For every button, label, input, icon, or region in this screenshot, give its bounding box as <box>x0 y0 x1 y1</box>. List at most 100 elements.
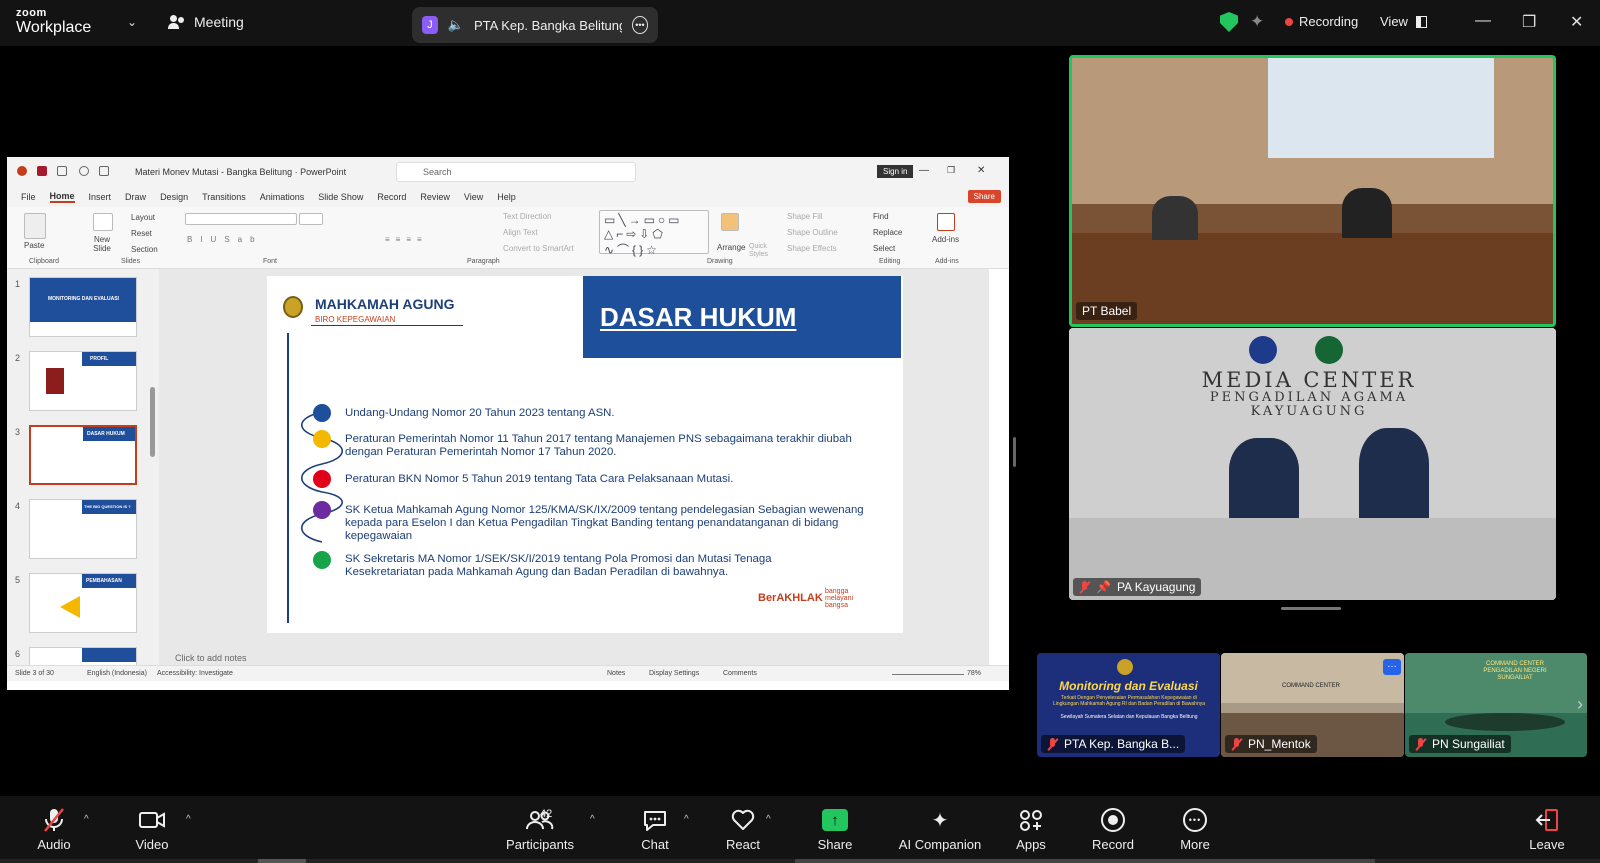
close-icon[interactable]: ✕ <box>1570 12 1583 32</box>
share-screen-icon: ↑ <box>822 809 848 831</box>
chevron-down-icon[interactable]: ⌄ <box>127 15 137 29</box>
participants-options-chevron-icon[interactable]: ^ <box>590 814 595 825</box>
ribbon-tab-design[interactable]: Design <box>160 192 188 202</box>
video-tile-pt-babel[interactable]: PT Babel <box>1069 55 1556 327</box>
slide-thumbnail-2[interactable]: PROFIL <box>29 351 137 411</box>
meeting-menu[interactable]: Meeting <box>168 14 244 30</box>
sparkle-icon[interactable]: ✦ <box>1250 12 1264 32</box>
smartart-button[interactable]: Convert to SmartArt <box>503 244 574 253</box>
leave-button[interactable]: Leave <box>1522 806 1572 852</box>
present-icon[interactable] <box>99 166 109 176</box>
slide-thumbnail-3[interactable]: DASAR HUKUM <box>29 425 137 485</box>
shield-icon[interactable] <box>1220 12 1238 32</box>
find-button[interactable]: Find <box>873 212 889 221</box>
shapes-gallery[interactable]: ▭╲→▭○▭ △⌐⇨⇩⬠ ∿⌒{}☆ <box>599 210 709 257</box>
ribbon-tab-transitions[interactable]: Transitions <box>202 192 246 202</box>
ribbon-tab-file[interactable]: File <box>21 192 36 202</box>
notes-toggle[interactable]: Notes <box>607 670 625 677</box>
zoom-level[interactable]: 78% <box>967 670 981 677</box>
layout-button[interactable]: Layout <box>131 213 155 222</box>
thumbnail-scrollbar[interactable] <box>150 387 155 457</box>
ribbon-tab-animations[interactable]: Animations <box>260 192 305 202</box>
view-button[interactable]: View <box>1380 14 1427 29</box>
search-box[interactable]: Search <box>396 162 636 182</box>
ribbon-tab-slide-show[interactable]: Slide Show <box>318 192 363 202</box>
legal-basis-item: SK Sekretaris MA Nomor 1/SEK/SK/I/2019 t… <box>345 553 772 578</box>
ribbon-tab-draw[interactable]: Draw <box>125 192 146 202</box>
participants-button[interactable]: 42 Participants <box>500 806 580 852</box>
thumb-number: 3 <box>15 427 21 437</box>
arrange-button[interactable]: Arrange <box>717 243 745 252</box>
share-button[interactable]: ↑ Share <box>810 806 860 852</box>
pp-restore-icon[interactable]: ❐ <box>947 165 955 176</box>
font-size-field[interactable] <box>299 213 323 225</box>
chat-options-chevron-icon[interactable]: ^ <box>684 814 689 825</box>
slide-thumbnail-5[interactable]: PEMBAHASAN <box>29 573 137 633</box>
ribbon-tab-record[interactable]: Record <box>377 192 406 202</box>
audio-options-chevron-icon[interactable]: ^ <box>84 814 89 825</box>
more-button[interactable]: ••• More <box>1170 806 1220 852</box>
group-paragraph: Paragraph <box>467 258 500 265</box>
slide-thumbnail-1[interactable]: MONITORING DAN EVALUASI <box>29 277 137 337</box>
video-button[interactable]: Video <box>126 806 178 852</box>
shape-fill-button[interactable]: Shape Fill <box>787 212 823 221</box>
chat-button[interactable]: Chat <box>630 806 680 852</box>
undo-icon[interactable] <box>57 166 67 176</box>
section-button[interactable]: Section <box>131 245 158 254</box>
apps-button[interactable]: Apps <box>1006 806 1056 852</box>
redo-icon[interactable] <box>79 166 89 176</box>
new-slide-button[interactable]: New Slide <box>87 235 117 253</box>
video-tile-pta-bangka[interactable]: Monitoring dan Evaluasi Terkait Dengan P… <box>1037 653 1220 757</box>
video-tile-pn-mentok[interactable]: COMMAND CENTER … PN_Mentok <box>1221 653 1404 757</box>
shape-outline-button[interactable]: Shape Outline <box>787 228 838 237</box>
paste-button[interactable]: Paste <box>24 241 44 250</box>
video-options-chevron-icon[interactable]: ^ <box>186 814 191 825</box>
quick-styles-button[interactable]: Quick Styles <box>749 243 777 259</box>
audio-button[interactable]: Audio <box>28 806 80 852</box>
paste-icon[interactable] <box>24 213 46 239</box>
more-options-icon[interactable]: … <box>1383 659 1401 675</box>
slide-thumbnail-4[interactable]: THE BIG QUESTION IS ? <box>29 499 137 559</box>
video-tile-pn-sungailiat[interactable]: COMMAND CENTER PENGADILAN NEGERI SUNGAIL… <box>1405 653 1587 757</box>
recording-indicator[interactable]: Recording <box>1285 14 1358 29</box>
chevron-right-icon[interactable]: › <box>1577 694 1583 715</box>
active-speaker-pill[interactable]: J 🔈 PTA Kep. Bangka Belitung's : ••• <box>412 7 658 43</box>
addins-button[interactable]: Add-ins <box>932 235 959 244</box>
pp-minimize-icon[interactable]: — <box>919 165 929 176</box>
ribbon-tab-review[interactable]: Review <box>420 192 450 202</box>
shape-effects-button[interactable]: Shape Effects <box>787 244 837 253</box>
text-direction-button[interactable]: Text Direction <box>503 212 551 221</box>
gallery-resize-handle[interactable] <box>1281 607 1341 610</box>
display-settings-button[interactable]: Display Settings <box>649 670 699 677</box>
ribbon-tab-insert[interactable]: Insert <box>89 192 112 202</box>
new-slide-icon[interactable] <box>93 213 113 231</box>
record-button[interactable]: Record <box>1086 806 1140 852</box>
comments-button[interactable]: Comments <box>723 670 757 677</box>
language-status[interactable]: English (Indonesia) <box>87 670 147 677</box>
minimize-icon[interactable]: — <box>1475 12 1491 30</box>
video-tile-pa-kayuagung[interactable]: MEDIA CENTER PENGADILAN AGAMA KAYUAGUNG … <box>1069 328 1556 600</box>
restore-icon[interactable]: ❐ <box>1522 12 1536 32</box>
pp-share-button[interactable]: Share <box>967 190 1001 203</box>
ai-companion-label: AI Companion <box>898 837 982 852</box>
pp-close-icon[interactable]: ✕ <box>977 165 985 176</box>
react-options-chevron-icon[interactable]: ^ <box>766 814 771 825</box>
ribbon-tab-view[interactable]: View <box>464 192 483 202</box>
zoom-slider[interactable] <box>892 674 964 675</box>
align-text-button[interactable]: Align Text <box>503 228 538 237</box>
slide-thumbnail-6[interactable] <box>29 647 137 667</box>
react-button[interactable]: React <box>718 806 768 852</box>
font-name-field[interactable] <box>185 213 297 225</box>
select-button[interactable]: Select <box>873 244 895 253</box>
more-icon[interactable]: ••• <box>631 16 648 34</box>
accessibility-status[interactable]: Accessibility: Investigate <box>157 670 233 677</box>
sign-in-button[interactable]: Sign in <box>877 165 914 178</box>
notes-placeholder[interactable]: Click to add notes <box>175 653 247 663</box>
reset-button[interactable]: Reset <box>131 229 152 238</box>
save-icon[interactable] <box>37 166 47 176</box>
ai-companion-button[interactable]: ✦ AI Companion <box>890 806 990 853</box>
ribbon-tab-home[interactable]: Home <box>49 191 75 203</box>
panel-resize-handle[interactable] <box>1013 437 1016 467</box>
ribbon-tab-help[interactable]: Help <box>497 192 516 202</box>
replace-button[interactable]: Replace <box>873 228 902 237</box>
